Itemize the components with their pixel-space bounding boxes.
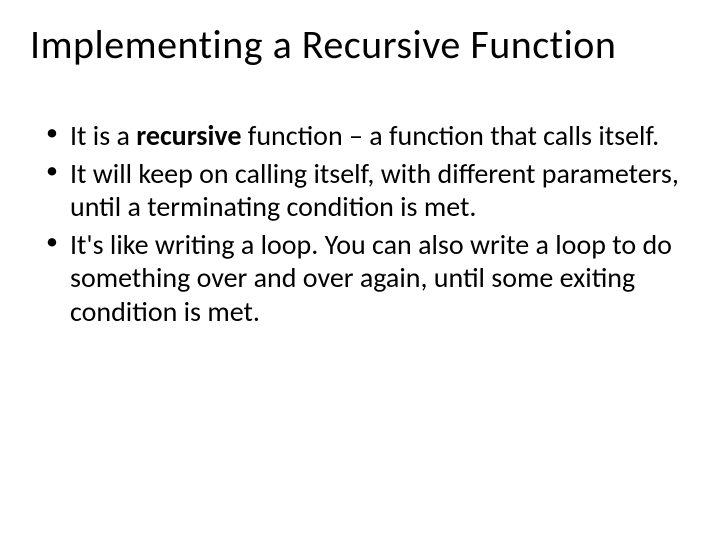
list-item: It's like writing a loop. You can also w… (46, 228, 690, 329)
list-item: It is a recursive function – a function … (46, 119, 690, 153)
bullet-text-pre: It will keep on calling itself, with dif… (70, 156, 679, 225)
bullet-text-pre: It is a (70, 118, 136, 153)
bullet-text-bold: recursive (136, 118, 241, 153)
slide-title: Implementing a Recursive Function (30, 20, 690, 69)
bullet-list: It is a recursive function – a function … (30, 119, 690, 329)
bullet-text-post: function – a function that calls itself. (241, 118, 659, 153)
list-item: It will keep on calling itself, with dif… (46, 157, 690, 224)
bullet-text-pre: It's like writing a loop. You can also w… (70, 227, 672, 329)
